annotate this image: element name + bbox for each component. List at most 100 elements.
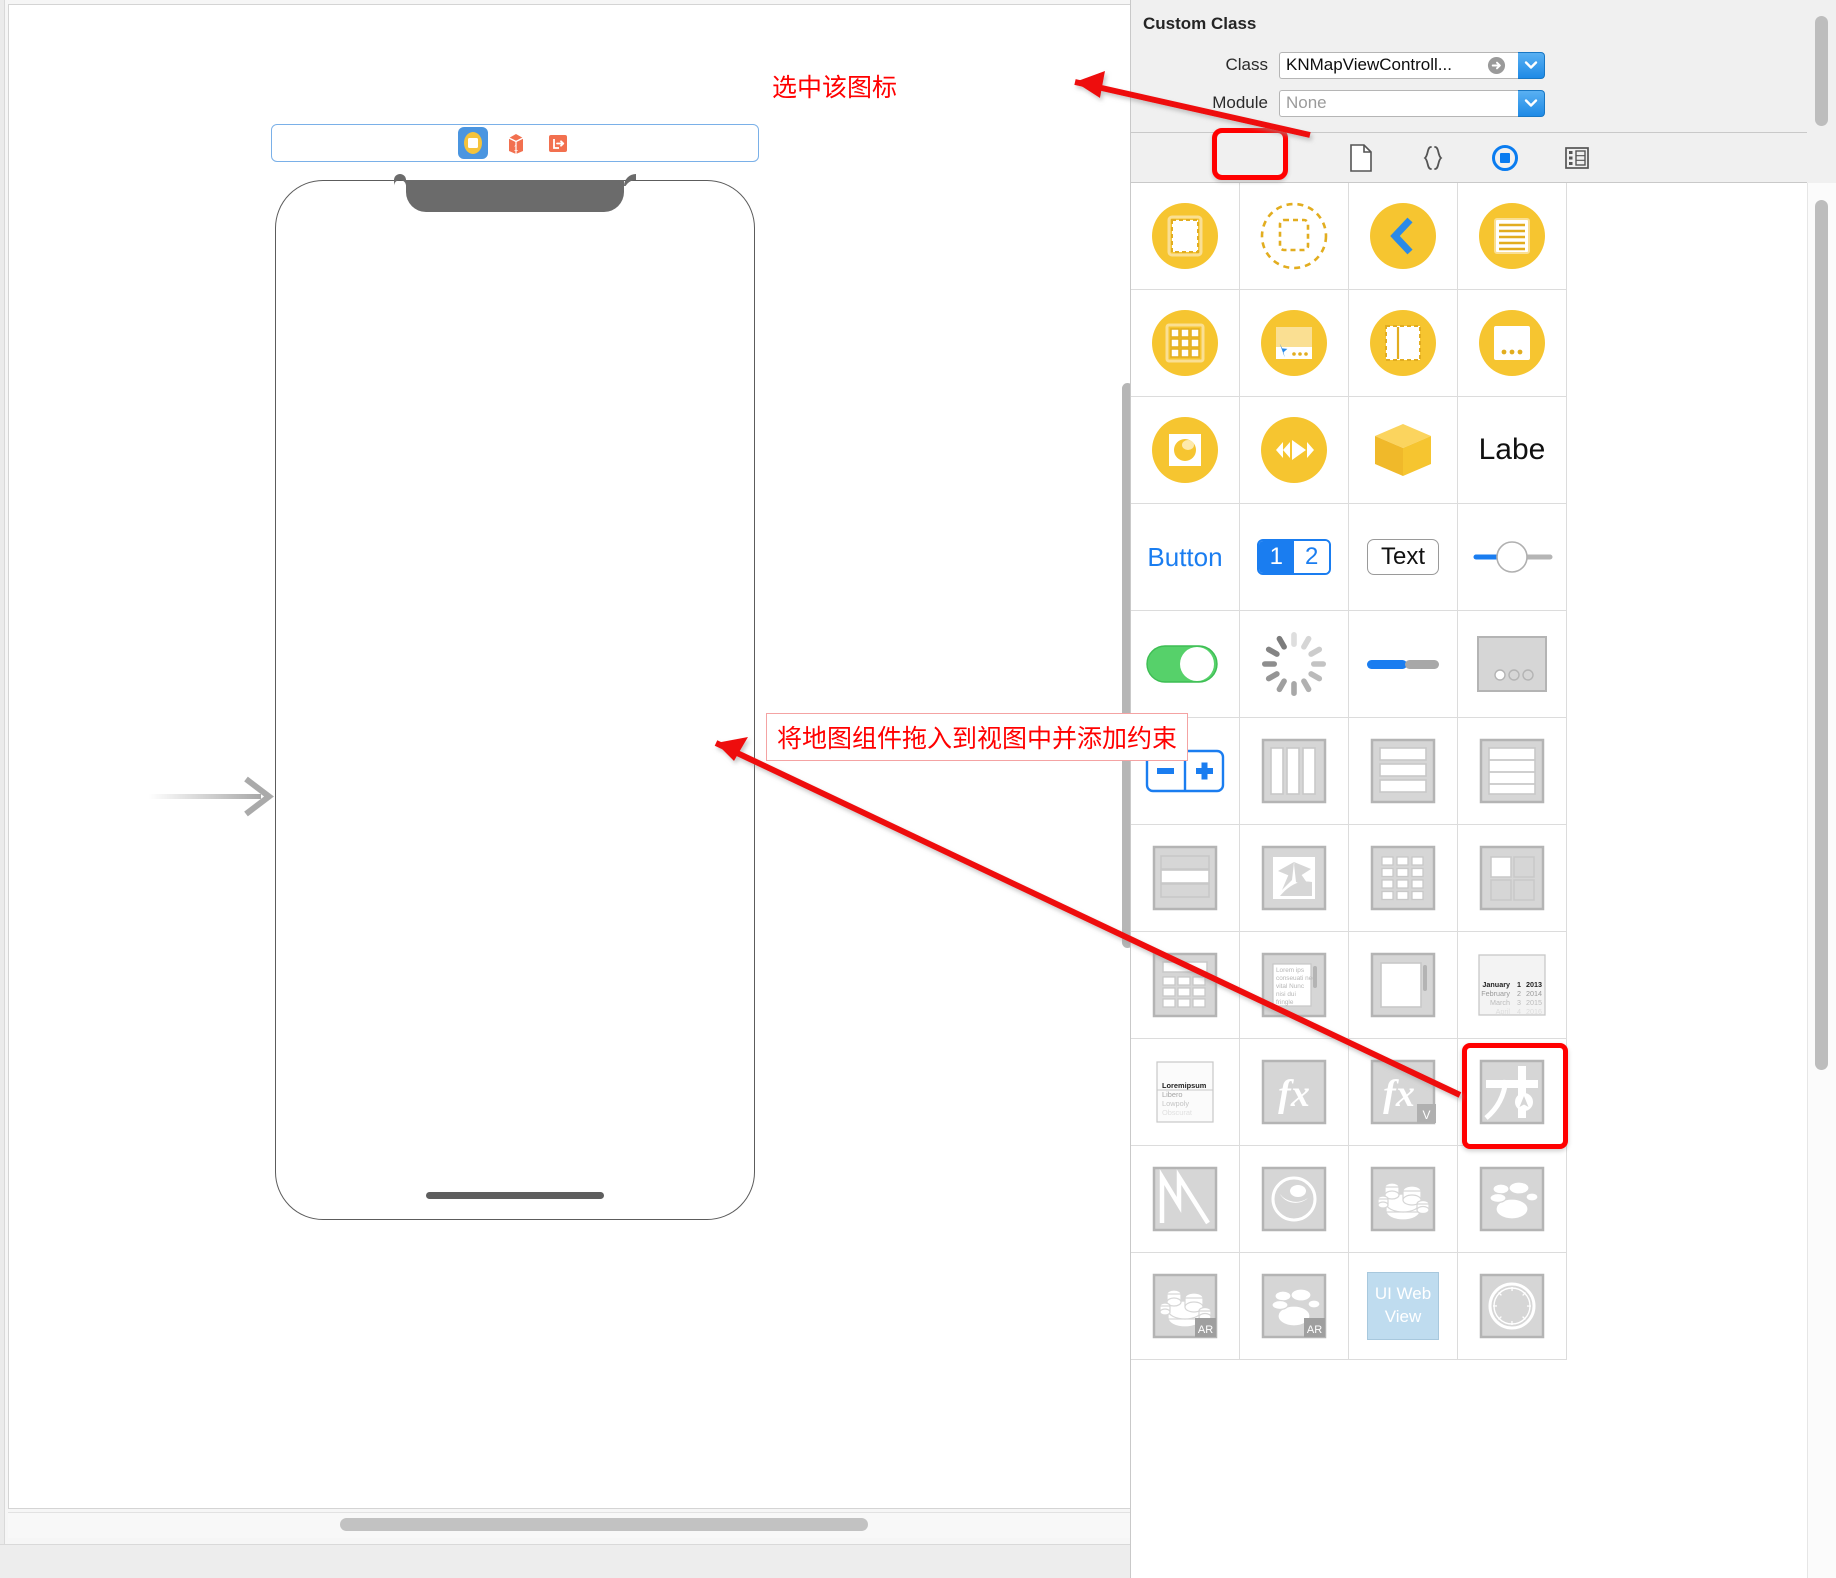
library-item-collection-view-controller[interactable] xyxy=(1131,290,1240,397)
canvas-gutter xyxy=(0,0,5,1578)
tab-bar-controller-icon xyxy=(1261,310,1327,376)
gl-kit-view-controller-icon xyxy=(1152,417,1218,483)
svg-text:AR: AR xyxy=(1307,1324,1322,1336)
navigation-controller-icon xyxy=(1370,203,1436,269)
library-item-mtk-view[interactable] xyxy=(1131,1146,1240,1253)
visual-effect-view-vibrancy-icon: fx V xyxy=(1370,1059,1436,1125)
library-item-sprite-kit-view[interactable] xyxy=(1458,1146,1567,1253)
file-icon xyxy=(1350,143,1372,172)
switch-icon xyxy=(1146,645,1218,683)
filmstrip-icon xyxy=(1565,146,1589,169)
library-item-text-view[interactable]: Lorem ips conseuati nec vital Nunc nisi dui… xyxy=(1240,932,1349,1039)
picker-view-icon: LoremipsumLiberoLowpolyObscurat xyxy=(1156,1061,1214,1123)
library-item-navigation-controller[interactable] xyxy=(1349,183,1458,290)
svg-text:Lowpoly: Lowpoly xyxy=(1162,1099,1189,1108)
custom-class-row[interactable]: Class KNMapViewControll... xyxy=(1131,50,1807,80)
library-item-text-field[interactable]: Text xyxy=(1349,504,1458,611)
inspector-scrollbar-thumb[interactable] xyxy=(1815,16,1828,126)
library-item-table-view-controller[interactable] xyxy=(1458,183,1567,290)
first-responder-icon[interactable]: 1 xyxy=(502,129,530,157)
braces-icon xyxy=(1423,145,1443,170)
arscn-view-icon: AR xyxy=(1152,1273,1218,1339)
library-item-page-control[interactable] xyxy=(1458,611,1567,718)
library-item-horizontal-stack-view[interactable] xyxy=(1240,718,1349,825)
library-item-storyboard-reference[interactable] xyxy=(1240,183,1349,290)
collection-reusable-view-icon xyxy=(1152,952,1218,1018)
sprite-kit-view-icon xyxy=(1479,1166,1545,1232)
library-item-gl-kit-view-controller[interactable] xyxy=(1131,397,1240,504)
exit-icon[interactable] xyxy=(544,129,572,157)
map-kit-view-icon xyxy=(1479,1059,1545,1125)
library-item-button[interactable]: Button xyxy=(1131,504,1240,611)
custom-module-row[interactable]: Module None xyxy=(1131,88,1807,118)
utilities-panel[interactable]: Custom Class Class KNMapViewControll... xyxy=(1130,0,1836,1578)
library-item-switch[interactable] xyxy=(1131,611,1240,718)
library-item-visual-effect-view-blur[interactable]: fx xyxy=(1240,1039,1349,1146)
text-view-icon: Lorem ipsconseuati necvital Nuncnisi dui… xyxy=(1261,952,1327,1018)
library-item-activity-indicator-view[interactable] xyxy=(1240,611,1349,718)
class-dropdown-button[interactable] xyxy=(1518,51,1545,79)
tab-object-library[interactable] xyxy=(1489,142,1521,174)
svg-text:conseuati nec: conseuati nec xyxy=(1276,975,1316,982)
library-item-collection-view[interactable] xyxy=(1349,825,1458,932)
wk-web-view-icon xyxy=(1479,1273,1545,1339)
library-item-vertical-stack-view[interactable] xyxy=(1349,718,1458,825)
identity-inspector[interactable]: Custom Class Class KNMapViewControll... xyxy=(1131,0,1807,133)
object-icon xyxy=(1375,424,1431,476)
library-item-image-view[interactable] xyxy=(1240,825,1349,932)
page-view-controller-icon xyxy=(1479,310,1545,376)
library-item-visual-effect-view-vibrancy[interactable]: fx V xyxy=(1349,1039,1458,1146)
library-item-progress-view[interactable] xyxy=(1349,611,1458,718)
module-dropdown-button[interactable] xyxy=(1518,89,1545,117)
canvas-horizontal-scrollbar-thumb[interactable] xyxy=(340,1518,868,1531)
library-scrollbar-thumb[interactable] xyxy=(1815,200,1828,1070)
jump-to-definition-icon[interactable] xyxy=(1487,56,1506,75)
segmented-control-icon: 12 xyxy=(1256,539,1332,575)
dock-item-view-controller[interactable] xyxy=(458,127,488,159)
library-item-avkit-player-view-controller[interactable] xyxy=(1240,397,1349,504)
svg-text:February: February xyxy=(1481,989,1510,998)
library-item-ui-web-view[interactable]: UI Web View xyxy=(1349,1253,1458,1360)
home-indicator xyxy=(426,1192,604,1199)
library-item-arsk-view[interactable]: AR xyxy=(1240,1253,1349,1360)
library-item-arscn-view[interactable]: AR xyxy=(1131,1253,1240,1360)
library-item-collection-view-cell[interactable] xyxy=(1458,825,1567,932)
library-item-collection-reusable-view[interactable] xyxy=(1131,932,1240,1039)
library-item-tab-bar-controller[interactable] xyxy=(1240,290,1349,397)
library-item-gl-kit-view[interactable] xyxy=(1240,1146,1349,1253)
library-item-map-kit-view[interactable] xyxy=(1458,1039,1567,1146)
date-picker-icon: January 1 2013 February 2 2014 March 3 2015 April… xyxy=(1478,954,1546,1016)
iphone-device-frame[interactable] xyxy=(275,180,755,1220)
image-view-icon xyxy=(1261,845,1327,911)
library-item-label[interactable]: Labe xyxy=(1458,397,1567,504)
tab-media-library[interactable] xyxy=(1561,142,1593,174)
svg-text:fringle: fringle xyxy=(1276,999,1294,1006)
library-item-segmented-control[interactable]: 12 xyxy=(1240,504,1349,611)
library-item-date-picker[interactable]: January 1 2013 February 2 2014 March 3 2015 April… xyxy=(1458,932,1567,1039)
module-input[interactable]: None xyxy=(1279,89,1518,117)
library-tab-bar[interactable] xyxy=(1131,133,1807,183)
library-item-table-view-cell[interactable] xyxy=(1131,825,1240,932)
library-item-object[interactable] xyxy=(1349,397,1458,504)
library-item-table-view[interactable] xyxy=(1458,718,1567,825)
scene-dock[interactable]: 1 xyxy=(271,124,759,162)
tab-code-snippet-library[interactable] xyxy=(1417,142,1449,174)
scene-kit-view-icon xyxy=(1370,1166,1436,1232)
tab-file-template-library[interactable] xyxy=(1345,142,1377,174)
library-item-page-view-controller[interactable] xyxy=(1458,290,1567,397)
library-item-scroll-view[interactable] xyxy=(1349,932,1458,1039)
library-item-scene-kit-view[interactable] xyxy=(1349,1146,1458,1253)
svg-text:Libero: Libero xyxy=(1162,1090,1183,1099)
avkit-player-view-controller-icon xyxy=(1261,417,1327,483)
object-library-grid[interactable]: Labe Button 1 2 Text Lorem ips conseuati nec vi… xyxy=(1131,183,1807,1578)
library-item-slider[interactable] xyxy=(1458,504,1567,611)
class-input[interactable]: KNMapViewControll... xyxy=(1279,51,1518,79)
library-item-split-view-controller[interactable] xyxy=(1349,290,1458,397)
svg-text:1: 1 xyxy=(1517,980,1521,989)
collection-view-cell-icon xyxy=(1479,845,1545,911)
horizontal-stack-view-icon xyxy=(1261,738,1327,804)
library-item-view-controller[interactable] xyxy=(1131,183,1240,290)
library-item-wk-web-view[interactable] xyxy=(1458,1253,1567,1360)
svg-text:V: V xyxy=(1422,1108,1430,1122)
library-item-picker-view[interactable]: Loremipsum Libero Lowpoly Obscurat xyxy=(1131,1039,1240,1146)
